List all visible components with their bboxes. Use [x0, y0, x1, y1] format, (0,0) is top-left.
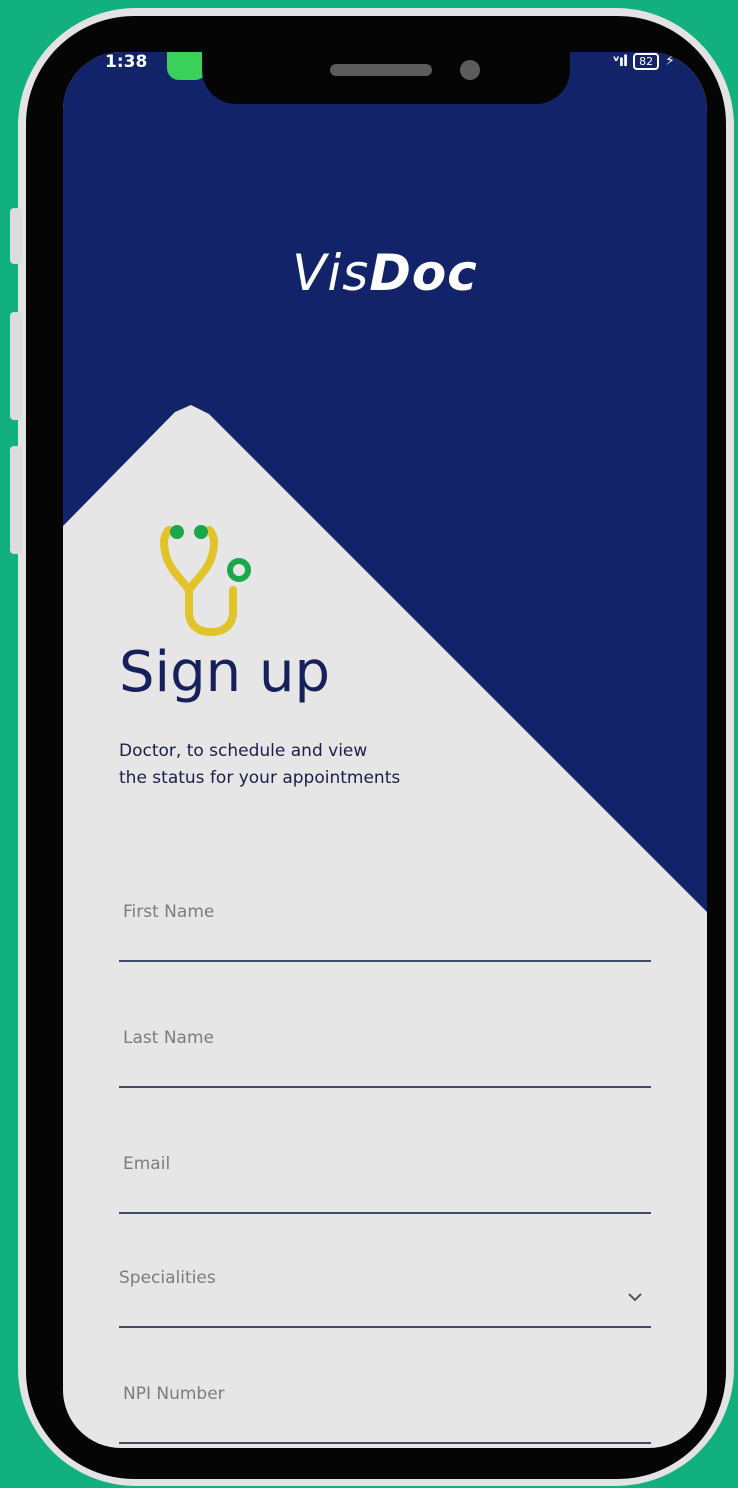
signal-icon: ᵛıl [612, 52, 628, 70]
app-logo: VisDoc [63, 244, 707, 302]
call-indicator [167, 52, 207, 80]
side-button-volume-down [10, 446, 22, 554]
subtitle-line-1: Doctor, to schedule and view [119, 741, 368, 761]
first-name-placeholder: First Name [123, 902, 215, 922]
page-title: Sign up [119, 640, 330, 705]
side-button-volume-up [10, 312, 22, 420]
last-name-underline [119, 1086, 651, 1088]
charging-icon: ⚡ [665, 53, 675, 69]
status-time: 1:38 [105, 52, 148, 72]
email-field[interactable]: Email [119, 1154, 651, 1214]
phone-notch [202, 30, 570, 104]
speaker-grille [330, 64, 432, 76]
front-camera [460, 60, 480, 80]
last-name-placeholder: Last Name [123, 1028, 214, 1048]
subtitle-line-2: the status for your appointments [119, 768, 401, 788]
specialities-placeholder: Specialities [119, 1268, 216, 1288]
logo-text-doc: Doc [369, 244, 478, 302]
specialities-underline [119, 1326, 651, 1328]
npi-number-underline [119, 1442, 651, 1444]
page-subtitle: Doctor, to schedule and view the status … [119, 738, 539, 792]
email-underline [119, 1212, 651, 1214]
logo-text-vis: Vis [292, 244, 370, 302]
app-screen: 1:38 ᵛıl 82 ⚡ VisDoc Sign up Doctor, to … [63, 52, 707, 1448]
first-name-underline [119, 960, 651, 962]
npi-number-field[interactable]: NPI Number [119, 1384, 651, 1444]
email-placeholder: Email [123, 1154, 171, 1174]
side-button-mute [10, 208, 22, 264]
npi-number-placeholder: NPI Number [123, 1384, 225, 1404]
specialities-select[interactable]: Specialities [119, 1268, 651, 1328]
last-name-field[interactable]: Last Name [119, 1028, 651, 1088]
first-name-field[interactable]: First Name [119, 902, 651, 962]
chevron-down-icon[interactable] [627, 1292, 643, 1302]
battery-icon: 82 [633, 52, 660, 70]
stethoscope-icon [160, 525, 251, 637]
status-icons: ᵛıl 82 ⚡ [612, 52, 675, 70]
